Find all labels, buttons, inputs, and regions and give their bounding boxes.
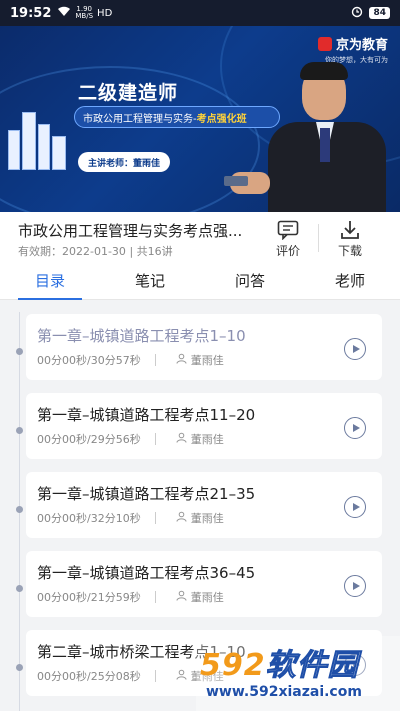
user-icon [176,432,187,446]
lesson-teacher: 董雨佳 [176,352,224,368]
banner-subtitle-main: 市政公用工程管理与实务- [83,113,197,125]
comment-icon [268,218,308,242]
watermark-url: www.592xiazai.com [206,684,362,700]
course-meta-separator: | [129,245,137,258]
lesson-teacher-name: 董雨佳 [190,354,224,367]
tab-notes[interactable]: 笔记 [100,264,200,299]
tab-catalog[interactable]: 目录 [0,264,100,300]
lecturer-image [224,62,390,212]
user-icon [176,511,187,525]
status-bar: 19:52 1.90 MB/S HD 84 [0,0,400,26]
lesson-teacher: 董雨佳 [176,589,224,605]
watermark-number: 592 [200,648,266,683]
review-button[interactable]: 评价 [268,218,308,259]
logo-name: 京为教育 [335,38,388,53]
meta-separator [154,591,156,603]
wifi-icon [57,6,71,20]
timeline-dot [16,664,23,671]
status-indicators: 1.90 MB/S HD [57,6,112,20]
lesson-title: 第一章–城镇道路工程考点21–35 [37,485,256,503]
lesson-title: 第一章–城镇道路工程考点1–10 [37,327,246,345]
lesson-teacher: 董雨佳 [176,431,224,447]
lesson-meta: 00分00秒/29分56秒 董雨佳 [37,431,224,447]
battery-level: 84 [369,7,390,19]
tab-bar: 目录 笔记 问答 老师 [0,264,400,300]
lesson-meta: 00分00秒/32分10秒 董雨佳 [37,510,224,526]
timeline-dot [16,348,23,355]
lesson-item[interactable]: 第一章–城镇道路工程考点21–35 00分00秒/32分10秒 董雨佳 [16,472,382,538]
alarm-icon [351,6,363,21]
lesson-item[interactable]: 第一章–城镇道路工程考点36–45 00分00秒/21分59秒 董雨佳 [16,551,382,617]
lesson-teacher-name: 董雨佳 [190,591,224,604]
lesson-progress: 00分00秒/32分10秒 [37,512,141,525]
course-validity: 有效期：2022-01-30 [18,245,126,258]
download-button[interactable]: 下载 [330,218,370,259]
meta-separator [154,670,156,682]
lesson-progress: 00分00秒/21分59秒 [37,591,141,604]
action-divider [318,224,319,252]
watermark-name: 软件园 [265,648,359,684]
play-icon[interactable] [344,417,366,439]
review-label: 评价 [275,244,300,258]
timeline-dot [16,506,23,513]
tab-qa[interactable]: 问答 [200,264,300,299]
banner-subtitle-highlight: 考点强化班 [196,113,247,125]
banner-title: 二级建造师 [78,82,179,104]
play-icon[interactable] [344,496,366,518]
lesson-item[interactable]: 第一章–城镇道路工程考点11–20 00分00秒/29分56秒 董雨佳 [16,393,382,459]
lesson-meta: 00分00秒/21分59秒 董雨佳 [37,589,224,605]
lesson-teacher-name: 董雨佳 [190,512,224,525]
lesson-item[interactable]: 第一章–城镇道路工程考点1–10 00分00秒/30分57秒 董雨佳 [16,314,382,380]
meta-separator [154,354,156,366]
meta-separator [154,433,156,445]
timeline-dot [16,427,23,434]
lesson-teacher: 董雨佳 [176,510,224,526]
user-icon [176,353,187,367]
course-title: 市政公用工程管理与实务考点强... [18,222,243,240]
play-icon[interactable] [344,338,366,360]
meta-separator [154,512,156,524]
lesson-progress: 00分00秒/30分57秒 [37,354,141,367]
network-speed: 1.90 MB/S [75,5,94,20]
status-time: 19:52 [10,5,52,21]
logo-mark-icon [317,36,332,51]
download-icon [330,218,370,242]
city-buildings-illustration [6,106,68,170]
play-icon[interactable] [344,575,366,597]
lesson-title: 第一章–城镇道路工程考点11–20 [37,406,256,424]
timeline-dot [16,585,23,592]
lesson-progress: 00分00秒/25分08秒 [37,670,141,683]
lesson-teacher-name: 董雨佳 [190,433,224,446]
tab-teacher[interactable]: 老师 [300,264,400,299]
lesson-progress: 00分00秒/29分56秒 [37,433,141,446]
download-label: 下载 [337,244,362,258]
course-info: 市政公用工程管理与实务考点强... 有效期：2022-01-30 | 共16讲 … [0,212,400,264]
lesson-meta: 00分00秒/30分57秒 董雨佳 [37,352,224,368]
watermark-logo: 592软件园 [200,640,359,684]
brand-logo: 京为教育 你的梦想，大有可为 [317,34,388,65]
video-player[interactable]: 京为教育 你的梦想，大有可为 二级建造师 市政公用工程管理与实务- 考点强化班 主… [0,26,400,212]
banner-teacher-badge: 主讲老师：董雨佳 [78,152,171,172]
lesson-title: 第一章–城镇道路工程考点36–45 [37,564,256,582]
course-meta: 有效期：2022-01-30 | 共16讲 [18,243,173,259]
user-icon [176,669,187,683]
network-type: HD [97,7,113,19]
course-lesson-count: 共16讲 [136,245,173,258]
user-icon [176,590,187,604]
